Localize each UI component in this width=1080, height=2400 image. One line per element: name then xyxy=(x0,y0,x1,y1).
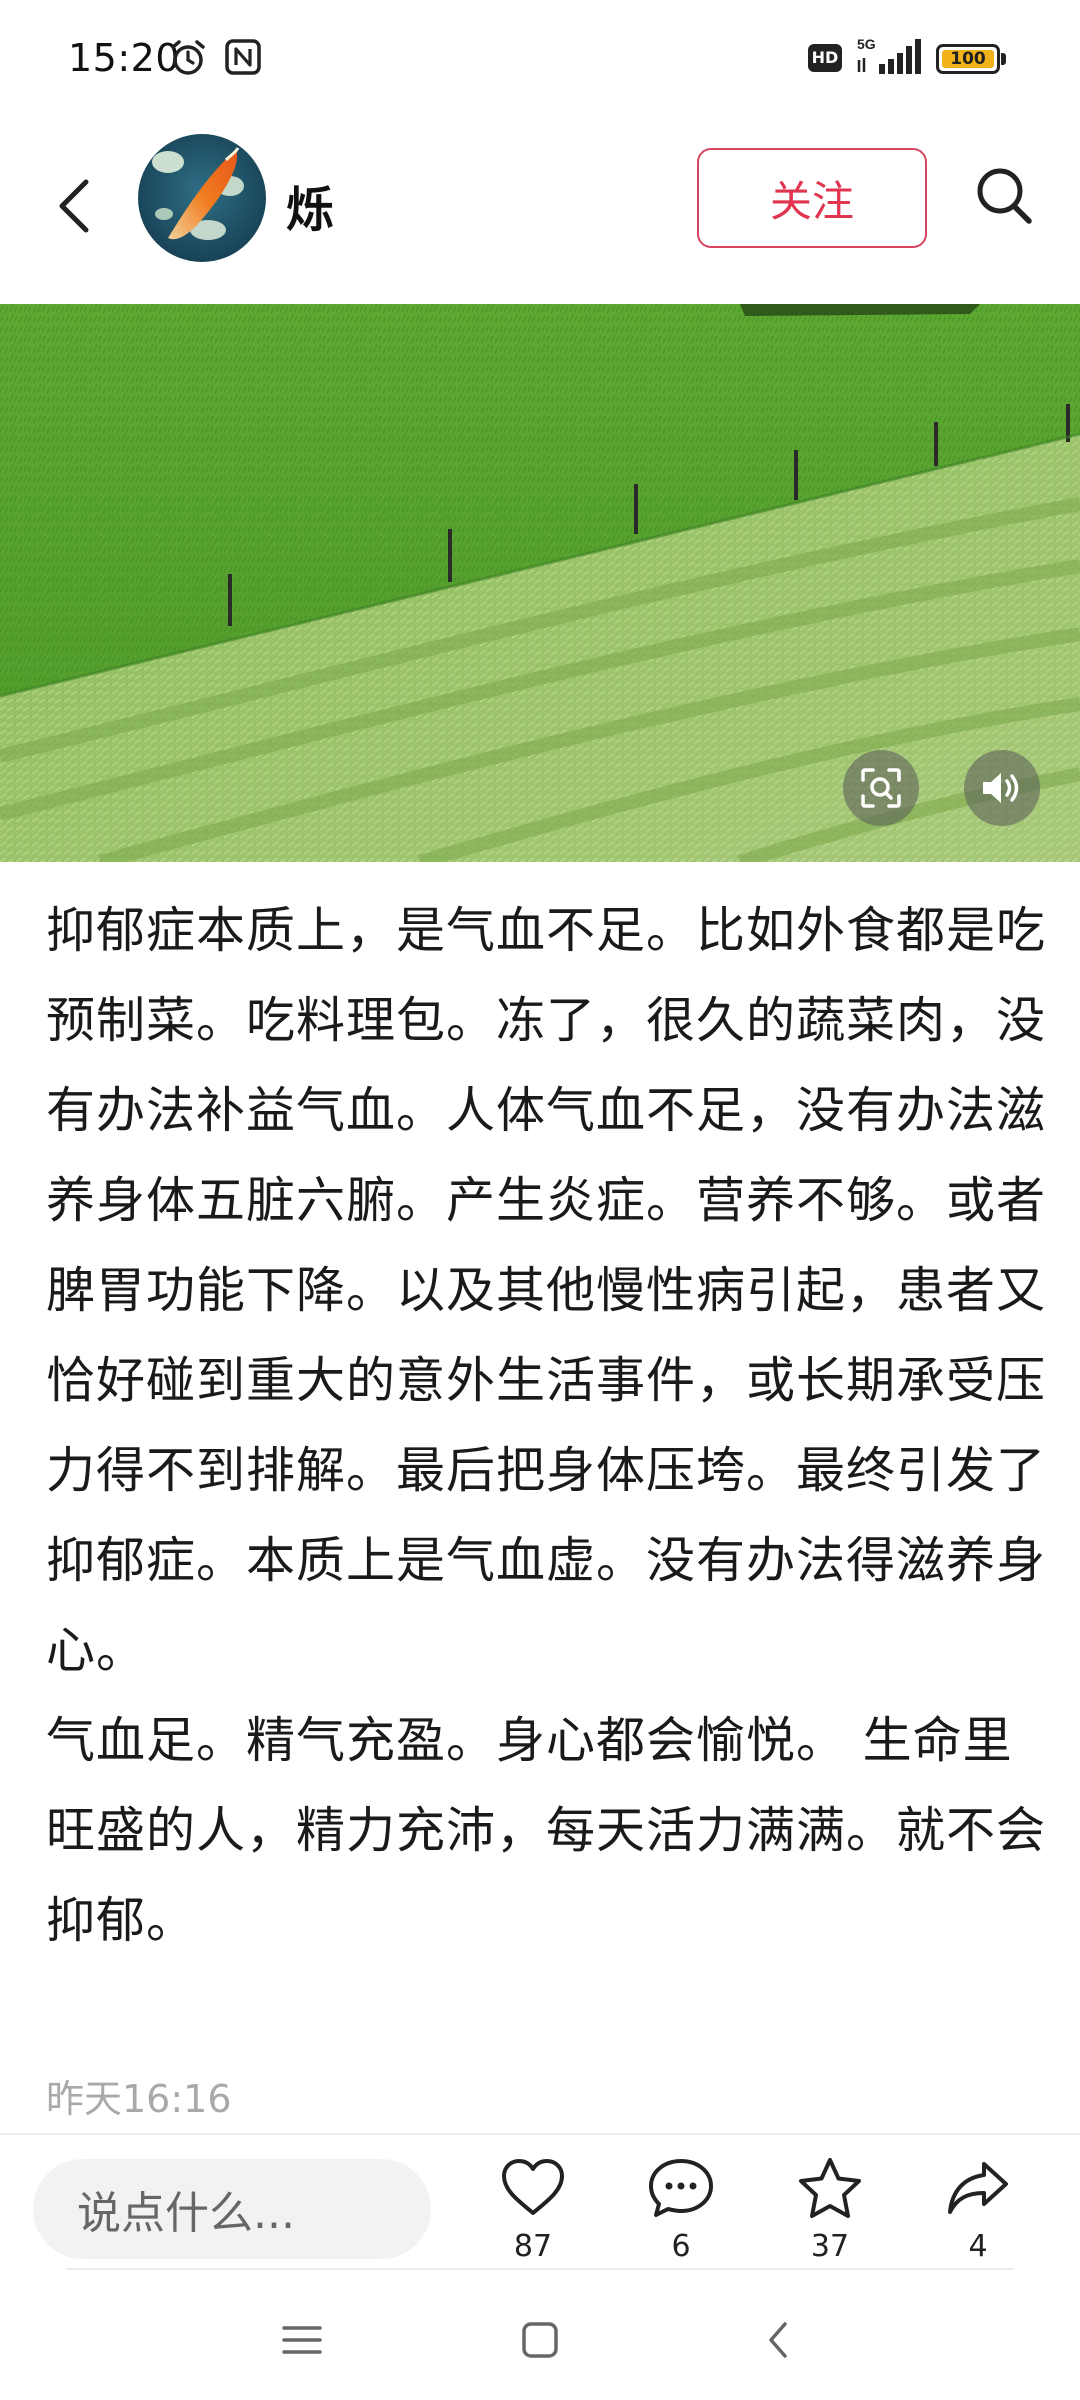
signal-icon: 5G xyxy=(855,36,925,76)
like-button[interactable]: 87 xyxy=(473,2149,593,2269)
back-button[interactable] xyxy=(44,166,104,246)
action-bar: 说点什么... 87 6 37 4 xyxy=(0,2135,1080,2271)
alarm-icon xyxy=(168,38,208,78)
post-media[interactable] xyxy=(0,304,1080,862)
network-type: 5G xyxy=(857,36,876,52)
grass-field-image xyxy=(0,304,1080,862)
search-icon xyxy=(977,168,1032,224)
battery-level: 100 xyxy=(942,50,994,68)
post-timestamp: 昨天16:16 xyxy=(46,2077,232,2121)
avatar[interactable] xyxy=(138,134,266,262)
system-nav-bar xyxy=(0,2280,1080,2400)
system-back-button[interactable] xyxy=(746,2308,810,2372)
share-count: 4 xyxy=(968,2229,988,2264)
menu-icon xyxy=(282,2326,322,2354)
speaker-icon xyxy=(983,773,1019,803)
favorite-count: 37 xyxy=(810,2229,850,2264)
star-icon xyxy=(799,2158,861,2218)
follow-button[interactable]: 关注 xyxy=(697,148,927,248)
post-paragraph: 抑郁症本质上，是气血不足。比如外食都是吃预制菜。吃料理包。冻了，很久的蔬菜肉，没… xyxy=(46,902,1047,1679)
back-chevron-icon xyxy=(769,2322,787,2358)
post-header: 烁 关注 xyxy=(0,118,1080,304)
post-content: 抑郁症本质上，是气血不足。比如外食都是吃预制菜。吃料理包。冻了，很久的蔬菜肉，没… xyxy=(46,886,1046,1966)
heart-icon xyxy=(502,2159,564,2215)
battery-indicator: 100 xyxy=(936,44,1006,74)
share-button[interactable]: 4 xyxy=(918,2149,1038,2269)
recent-apps-button[interactable] xyxy=(270,2308,334,2372)
username[interactable]: 烁 xyxy=(286,170,334,240)
share-arrow-icon xyxy=(948,2162,1008,2214)
screenshot-scan-button[interactable] xyxy=(843,750,919,826)
favorite-button[interactable]: 37 xyxy=(770,2149,890,2269)
back-arrow-icon xyxy=(59,179,89,233)
comment-bubble-icon xyxy=(649,2159,713,2217)
sound-toggle-button[interactable] xyxy=(964,750,1040,826)
comment-button[interactable]: 6 xyxy=(621,2149,741,2269)
divider xyxy=(66,2268,1014,2270)
status-time: 15:20 xyxy=(68,36,181,80)
comment-input[interactable]: 说点什么... xyxy=(33,2159,431,2259)
home-button[interactable] xyxy=(508,2308,572,2372)
hd-badge: HD xyxy=(808,44,842,72)
screenshot-scan-icon xyxy=(861,768,901,808)
nfc-icon xyxy=(224,38,262,76)
search-button[interactable] xyxy=(968,156,1040,236)
like-count: 87 xyxy=(513,2229,553,2264)
post-paragraph: 气血足。精气充盈。身心都会愉悦。 生命里旺盛的人，精力充沛，每天活力满满。就不会… xyxy=(46,1712,1047,1949)
status-bar: 15:20 HD 5G 100 xyxy=(0,0,1080,118)
comment-count: 6 xyxy=(671,2229,691,2264)
home-square-icon xyxy=(522,2322,558,2358)
